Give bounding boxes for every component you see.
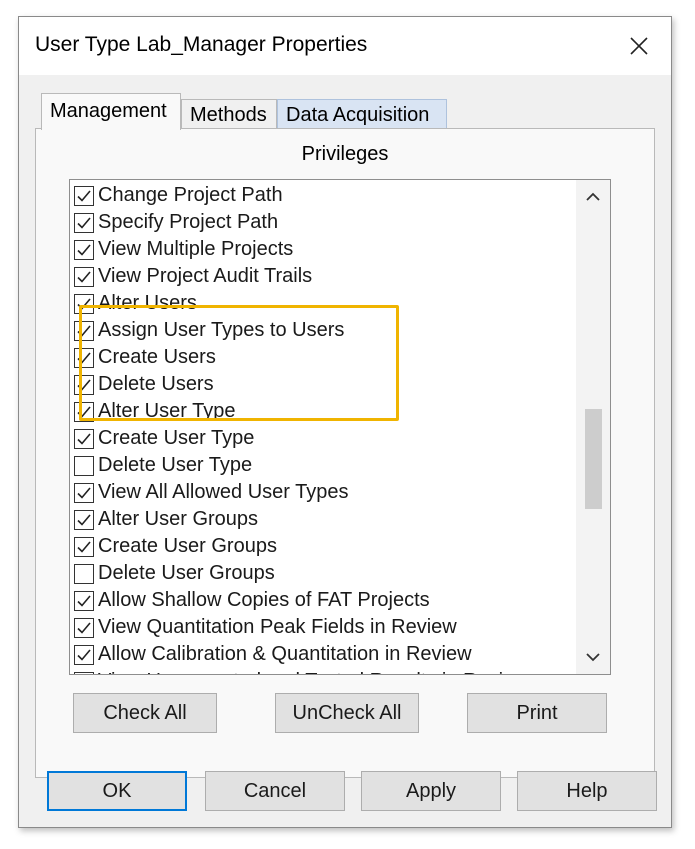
privilege-label: Allow Shallow Copies of FAT Projects <box>98 589 430 611</box>
checkmark-icon <box>77 378 91 391</box>
privilege-item[interactable]: Change Project Path <box>74 182 283 209</box>
privileges-label: Privileges <box>301 143 389 165</box>
privilege-item[interactable]: Alter Users <box>74 290 197 317</box>
privilege-label: Create User Groups <box>98 535 277 557</box>
checkbox-unchecked[interactable] <box>74 455 94 476</box>
close-button[interactable] <box>607 17 671 75</box>
privilege-item[interactable]: Specify Project Path <box>74 209 278 236</box>
checkbox-checked[interactable] <box>74 536 94 557</box>
checkmark-icon <box>77 243 91 256</box>
checkbox-checked[interactable] <box>74 617 94 638</box>
checkmark-icon <box>77 405 91 418</box>
privilege-item[interactable]: Delete Users <box>74 371 214 398</box>
privilege-label: Alter Users <box>98 292 197 314</box>
tab-methods[interactable]: Methods <box>181 99 277 129</box>
privilege-item[interactable]: Alter User Type <box>74 398 235 425</box>
privilege-label: View All Allowed User Types <box>98 481 349 503</box>
cancel-button[interactable]: Cancel <box>205 771 345 811</box>
privilege-label: Delete Users <box>98 373 214 395</box>
privilege-label: Create Users <box>98 346 216 368</box>
privilege-item[interactable]: View All Allowed User Types <box>74 479 349 506</box>
checkbox-checked[interactable] <box>74 293 94 314</box>
privilege-label: Alter User Type <box>98 400 236 422</box>
privilege-item[interactable]: Allow Calibration & Quantitation in Revi… <box>74 641 472 668</box>
privilege-label: Change Project Path <box>98 184 283 206</box>
privilege-item[interactable]: Create User Groups <box>74 533 277 560</box>
privilege-item[interactable]: Create User Type <box>74 425 254 452</box>
scroll-up-button[interactable] <box>576 180 610 214</box>
checkmark-icon <box>77 594 91 607</box>
checkmark-icon <box>77 297 91 310</box>
chevron-down-icon <box>586 653 600 662</box>
privilege-label: Specify Project Path <box>98 211 279 233</box>
privilege-label: View Quantitation Peak Fields in Review <box>98 616 457 638</box>
checkbox-checked[interactable] <box>74 239 94 260</box>
checkbox-checked[interactable] <box>74 644 94 665</box>
print-button[interactable]: Print <box>467 693 607 733</box>
checkmark-icon <box>77 189 91 202</box>
privilege-item[interactable]: View Multiple Projects <box>74 236 293 263</box>
privilege-item[interactable]: View Project Audit Trails <box>74 263 312 290</box>
checkbox-checked[interactable] <box>74 266 94 287</box>
privilege-item[interactable]: View Unsupported and Tested Results in R… <box>74 668 529 676</box>
privilege-label: Delete User Groups <box>98 562 275 584</box>
close-icon <box>630 37 648 55</box>
checkbox-checked[interactable] <box>74 185 94 206</box>
privilege-label: Allow Calibration & Quantitation in Revi… <box>98 643 472 665</box>
checkbox-checked[interactable] <box>74 671 94 676</box>
privilege-item[interactable]: Assign User Types to Users <box>74 317 344 344</box>
checkbox-checked[interactable] <box>74 401 94 422</box>
privilege-label: View Project Audit Trails <box>98 265 313 287</box>
checkbox-checked[interactable] <box>74 590 94 611</box>
checkbox-checked[interactable] <box>74 482 94 503</box>
checkmark-icon <box>77 513 91 526</box>
tab-data-acquisition[interactable]: Data Acquisition <box>277 99 447 129</box>
checkbox-checked[interactable] <box>74 320 94 341</box>
checkbox-checked[interactable] <box>74 428 94 449</box>
properties-dialog: User Type Lab_Manager Properties Managem… <box>18 16 672 828</box>
privileges-list[interactable]: Change Project Path Specify Project Path V… <box>69 179 611 675</box>
checkmark-icon <box>77 540 91 553</box>
privilege-label: View Unsupported and Tested Results in R… <box>98 670 529 674</box>
checkmark-icon <box>77 621 91 634</box>
checkbox-unchecked[interactable] <box>74 563 94 584</box>
privilege-item[interactable]: Create Users <box>74 344 216 371</box>
privilege-item[interactable]: Alter User Groups <box>74 506 258 533</box>
uncheck-all-button[interactable]: UnCheck All <box>275 693 419 733</box>
scroll-down-button[interactable] <box>576 640 610 674</box>
checkmark-icon <box>77 216 91 229</box>
privilege-label: Delete User Type <box>98 454 253 476</box>
checkbox-checked[interactable] <box>74 509 94 530</box>
scroll-thumb[interactable] <box>585 409 602 509</box>
privilege-label: View Multiple Projects <box>98 238 294 260</box>
checkbox-checked[interactable] <box>74 347 94 368</box>
check-all-button[interactable]: Check All <box>73 693 217 733</box>
help-button[interactable]: Help <box>517 771 657 811</box>
chevron-up-icon <box>586 192 600 201</box>
checkmark-icon <box>77 270 91 283</box>
checkmark-icon <box>77 432 91 445</box>
privilege-label: Alter User Groups <box>98 508 259 530</box>
privilege-label: Create User Type <box>98 427 255 449</box>
title-bar: User Type Lab_Manager Properties <box>19 17 671 75</box>
privilege-item[interactable]: Delete User Type <box>74 452 252 479</box>
checkmark-icon <box>77 351 91 364</box>
checkmark-icon <box>77 324 91 337</box>
checkmark-icon <box>76 674 92 676</box>
window-title: User Type Lab_Manager Properties <box>35 33 368 56</box>
vertical-scrollbar[interactable] <box>576 180 610 674</box>
ok-button[interactable]: OK <box>47 771 187 811</box>
privilege-label: Assign User Types to Users <box>98 319 345 341</box>
checkbox-checked[interactable] <box>74 212 94 233</box>
apply-button[interactable]: Apply <box>361 771 501 811</box>
checkbox-checked[interactable] <box>74 374 94 395</box>
privilege-item[interactable]: View Quantitation Peak Fields in Review <box>74 614 457 641</box>
checkmark-icon <box>77 486 91 499</box>
privilege-item[interactable]: Delete User Groups <box>74 560 275 587</box>
checkmark-icon <box>77 648 91 661</box>
tab-management[interactable]: Management <box>41 93 181 130</box>
privilege-item[interactable]: Allow Shallow Copies of FAT Projects <box>74 587 430 614</box>
